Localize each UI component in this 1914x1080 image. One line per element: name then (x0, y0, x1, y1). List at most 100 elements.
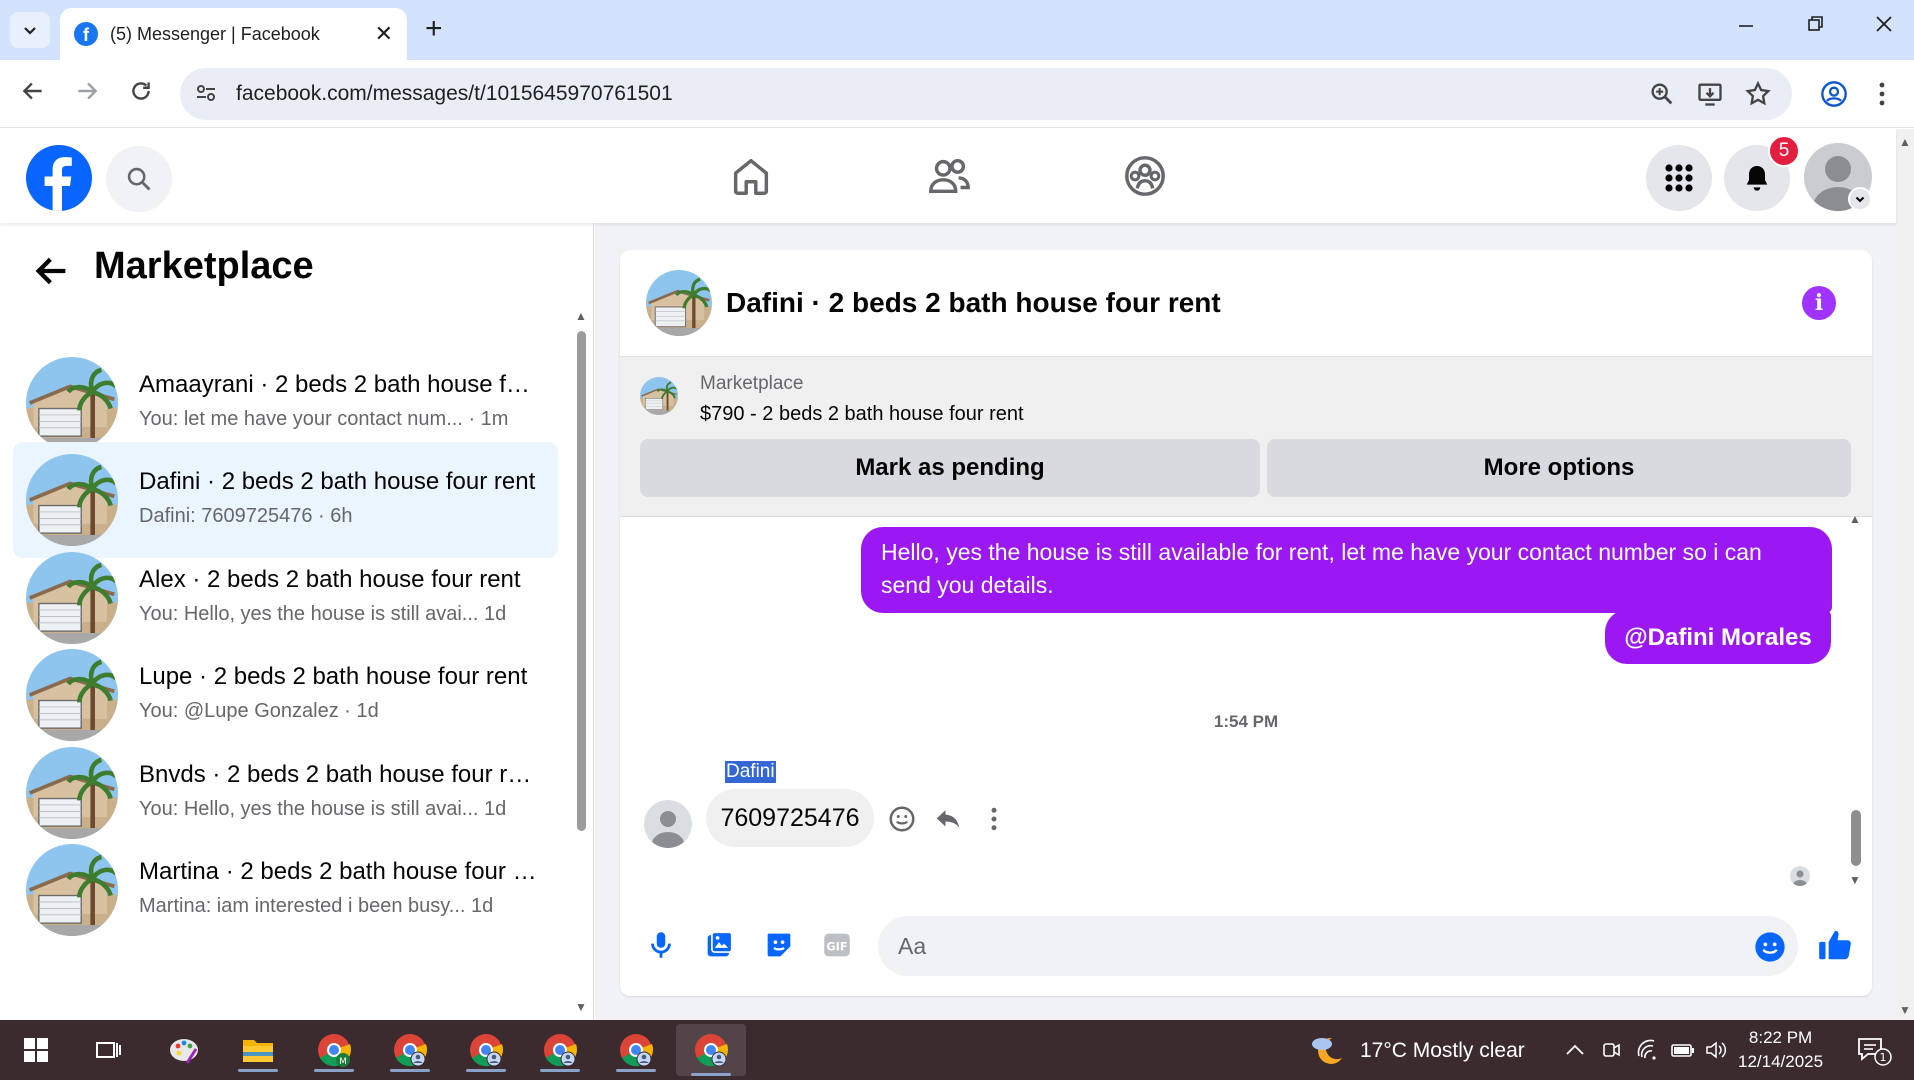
running-indicator (691, 1073, 731, 1076)
volume-icon[interactable] (1704, 1038, 1730, 1062)
reply-icon[interactable] (933, 804, 963, 834)
back-button[interactable] (20, 78, 46, 111)
profile-icon[interactable] (1820, 80, 1848, 108)
taskbar-chrome-active[interactable] (676, 1024, 746, 1076)
chat-title[interactable]: Dafini · 2 beds 2 bath house four rent (726, 287, 1221, 319)
close-window-button[interactable] (1874, 14, 1894, 40)
paint-palette-icon (170, 1039, 198, 1064)
taskbar-file-explorer[interactable] (234, 1028, 282, 1072)
browser-menu-icon[interactable] (1876, 80, 1888, 108)
taskbar-chrome-3[interactable] (462, 1028, 510, 1072)
groups-icon[interactable] (1122, 153, 1168, 199)
message-input[interactable]: Aa (878, 916, 1798, 976)
running-indicator (238, 1069, 278, 1072)
tray-overflow-chevron-icon[interactable] (1564, 1042, 1586, 1058)
chat-scrollbar-thumb[interactable] (1851, 810, 1861, 866)
notification-center-count: 1 (1880, 1051, 1887, 1064)
running-indicator (466, 1069, 506, 1072)
gif-icon[interactable]: GIF (820, 928, 854, 962)
chat-scroll-down-icon[interactable]: ▼ (1849, 873, 1861, 887)
page-scroll-down-icon[interactable]: ▼ (1899, 1003, 1911, 1017)
battery-icon[interactable] (1670, 1038, 1696, 1062)
page-scroll-up-icon[interactable]: ▲ (1899, 135, 1911, 149)
meet-now-icon[interactable] (1600, 1038, 1622, 1062)
reload-button[interactable] (128, 78, 154, 111)
address-bar[interactable]: facebook.com/messages/t/1015645970761501 (180, 68, 1792, 120)
message-thread: Hello, yes the house is still available … (620, 512, 1872, 888)
photo-icon[interactable] (702, 928, 736, 962)
sticker-icon[interactable] (762, 928, 796, 962)
panel-title: Marketplace (94, 245, 314, 287)
clock-date: 12/14/2025 (1738, 1052, 1824, 1071)
weather-moon-cloud-icon (1312, 1037, 1342, 1064)
scroll-down-arrow-icon[interactable]: ▼ (575, 1000, 587, 1014)
account-chevron-icon[interactable] (1848, 187, 1872, 211)
bookmark-star-icon[interactable] (1744, 80, 1772, 108)
more-options-button[interactable]: More options (1267, 439, 1851, 497)
home-icon[interactable] (728, 153, 774, 199)
marketplace-listing-bar: Marketplace $790 - 2 beds 2 bath house f… (620, 357, 1872, 517)
thumbs-up-icon[interactable] (1816, 926, 1854, 964)
site-info-icon[interactable] (194, 81, 218, 105)
friends-icon[interactable] (926, 153, 972, 199)
listing-title[interactable]: $790 - 2 beds 2 bath house four rent (700, 403, 1024, 426)
search-icon (127, 167, 151, 191)
sender-avatar[interactable] (644, 800, 692, 848)
task-view-button[interactable] (84, 1028, 132, 1072)
mark-as-pending-button[interactable]: Mark as pending (640, 439, 1260, 497)
zoom-icon[interactable] (1648, 80, 1676, 108)
incoming-message[interactable]: 7609725476 (706, 789, 874, 847)
taskbar-paint-app[interactable] (160, 1028, 208, 1072)
conversation-name: Lupe · 2 beds 2 bath house four rent (139, 663, 528, 691)
outgoing-message-mention[interactable]: @Dafini Morales (1605, 610, 1831, 664)
taskbar-chrome-1[interactable]: M (310, 1028, 358, 1072)
outgoing-message[interactable]: Hello, yes the house is still available … (861, 527, 1832, 613)
weather-text: 17°C Mostly clear (1360, 1039, 1525, 1062)
arrow-left-icon (22, 82, 42, 100)
tab-search-button[interactable] (10, 12, 50, 48)
conversation-preview: Dafini: 7609725476 · 6h (139, 505, 353, 528)
wifi-icon[interactable] (1636, 1038, 1660, 1062)
list-scrollbar-thumb[interactable] (577, 331, 586, 831)
minimize-button[interactable] (1736, 14, 1756, 40)
restore-button[interactable] (1806, 14, 1826, 40)
close-icon (1876, 16, 1892, 32)
close-tab-icon[interactable]: ✕ (375, 21, 393, 47)
start-button[interactable] (12, 1028, 60, 1072)
react-emoji-icon[interactable] (887, 804, 917, 834)
url-text[interactable]: facebook.com/messages/t/1015645970761501 (236, 82, 673, 106)
new-tab-button[interactable]: + (425, 14, 443, 44)
chat-scroll-up-icon[interactable]: ▲ (1849, 512, 1861, 526)
system-clock[interactable]: 8:22 PM 12/14/2025 (1738, 1026, 1823, 1074)
browser-tab-messenger[interactable]: f (5) Messenger | Facebook ✕ (60, 8, 407, 60)
message-timestamp: 1:54 PM (1213, 712, 1279, 731)
facebook-search-button[interactable] (106, 146, 172, 212)
emoji-picker-icon[interactable] (1754, 931, 1786, 963)
chat-window: Dafini · 2 beds 2 bath house four rent i… (620, 250, 1872, 996)
conversation-item[interactable]: Martina · 2 beds 2 bath house four rent M… (13, 832, 558, 948)
conversation-preview: You: Hello, yes the house is still avai.… (139, 797, 507, 820)
chat-listing-thumbnail[interactable] (646, 270, 712, 336)
info-icon[interactable]: i (1802, 286, 1836, 320)
microphone-icon[interactable] (644, 928, 678, 962)
browser-toolbar: facebook.com/messages/t/1015645970761501 (0, 60, 1914, 128)
page-scrollbar[interactable]: ▲ ▼ (1896, 129, 1914, 1020)
notification-center-button[interactable]: 1 (1856, 1036, 1892, 1071)
listing-thumbnail[interactable] (640, 377, 678, 415)
conversation-thumbnail (26, 357, 118, 449)
conversation-name: Dafini · 2 beds 2 bath house four rent (139, 468, 536, 496)
conversation-thumbnail (26, 454, 118, 547)
install-app-icon[interactable] (1696, 80, 1724, 108)
taskbar-chrome-4[interactable] (536, 1028, 584, 1072)
taskbar-chrome-5[interactable] (612, 1028, 660, 1072)
forward-button[interactable] (74, 78, 100, 111)
scroll-up-arrow-icon[interactable]: ▲ (575, 309, 587, 323)
more-actions-icon[interactable] (979, 804, 1009, 834)
taskbar-chrome-2[interactable] (386, 1028, 434, 1072)
weather-widget[interactable]: 17°C Mostly clear (1308, 1032, 1525, 1070)
back-arrow-icon[interactable] (32, 251, 72, 291)
facebook-logo-icon[interactable] (26, 145, 92, 211)
menu-button[interactable] (1646, 145, 1712, 211)
conversation-preview: You: let me have your contact num... · 1… (139, 408, 509, 430)
svg-text:M: M (339, 1057, 347, 1067)
